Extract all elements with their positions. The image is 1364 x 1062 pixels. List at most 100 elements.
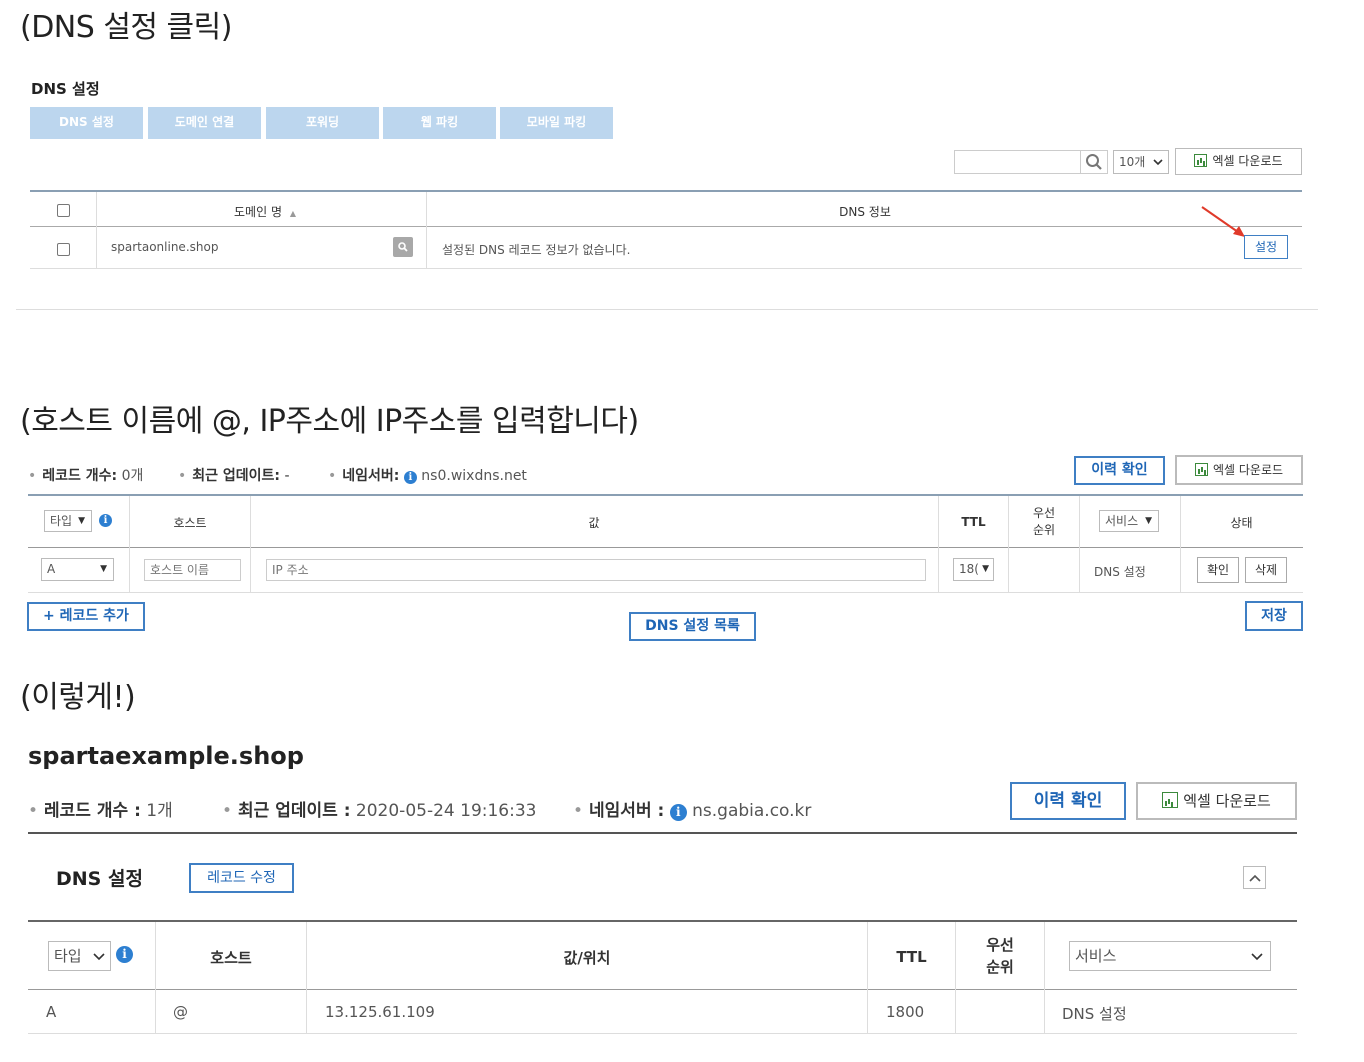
caption-dns-click: (DNS 설정 클릭) [20,10,232,45]
col-divider [306,922,307,1033]
last-update-label: 최근 업데이트: [192,468,281,484]
priority-header: 우선 순위 [956,934,1044,978]
page-size-value: 10개 [1119,155,1146,169]
select-all-checkbox[interactable] [57,204,70,217]
value-header: 값 [588,516,600,530]
record-table-bottom-border [28,1033,1297,1034]
record-table-top-border [28,920,1297,922]
table-top-border [30,190,1302,192]
delete-button[interactable]: 삭제 [1245,557,1287,583]
nameserver: • 네임서버: i ns0.wixdns.net [328,468,527,484]
info-icon[interactable]: i [99,514,112,527]
dns-setting-button[interactable]: 설정 [1244,235,1288,259]
priority-header-line1: 우선 [986,936,1014,954]
dns-list-button[interactable]: DNS 설정 목록 [629,612,756,641]
tab-dns-settings[interactable]: DNS 설정 [30,107,143,139]
tab-forwarding[interactable]: 포워딩 [266,107,379,139]
dropdown-arrow-icon: ▼ [78,516,85,526]
record-type-cell: A [46,1003,57,1021]
row-checkbox[interactable] [57,243,70,256]
service-filter-value: 서비스 [1105,514,1139,528]
excel-download-label: 엑셀 다운로드 [1212,154,1283,168]
nameserver: • 네임서버 : i ns.gabia.co.kr [573,801,812,821]
ttl-value: 18( [959,562,979,576]
type-filter-value: 타입 [54,947,82,965]
domain-cell[interactable]: spartaonline.shop [111,240,218,254]
collapse-button[interactable] [1243,866,1266,889]
service-filter-value: 서비스 [1075,947,1117,965]
type-filter-select[interactable]: 타입 [48,941,111,971]
search-button[interactable] [1081,150,1108,174]
record-service-cell: DNS 설정 [1062,1005,1127,1023]
ip-address-input[interactable] [266,559,926,581]
info-icon[interactable]: i [403,471,417,484]
record-type-select[interactable]: A ▼ [41,558,114,581]
red-arrow-annotation [1201,206,1245,237]
history-button[interactable]: 이력 확인 [1010,782,1126,820]
info-icon[interactable]: i [116,946,133,963]
confirm-button[interactable]: 확인 [1197,557,1239,583]
add-record-button[interactable]: + 레코드 추가 [27,602,145,631]
nameserver-label: 네임서버: [342,468,400,484]
ttl-header: TTL [896,948,927,966]
record-count-value: 0개 [121,468,144,484]
tab-domain-connect[interactable]: 도메인 연결 [148,107,261,139]
type-filter-select[interactable]: 타입 ▼ [44,510,92,532]
search-input[interactable] [954,150,1081,174]
dns-info-cell: 설정된 DNS 레코드 정보가 없습니다. [442,243,631,257]
domain-search-button[interactable] [393,237,413,257]
record-count-label: 레코드 개수 : [44,801,141,821]
dns-info-header: DNS 정보 [839,205,891,219]
ttl-select[interactable]: 18(▼ [953,558,994,581]
last-update-value: 2020-05-24 19:16:33 [355,801,537,821]
table-header-divider [30,226,1302,227]
host-header: 호스트 [173,516,207,530]
service-filter-select[interactable]: 서비스 [1069,941,1271,971]
record-table-header-divider [28,989,1297,990]
col-divider [250,496,251,592]
dns-settings-title: DNS 설정 [31,80,100,98]
service-cell: DNS 설정 [1094,565,1146,579]
priority-header: 우선 순위 [1009,505,1079,539]
caption-like-this: (이렇게!) [20,680,136,715]
col-divider [1079,496,1080,592]
excel-download-button[interactable]: 엑셀 다운로드 [1136,782,1297,820]
priority-header-line2: 순위 [1032,523,1056,537]
record-summary: • 레코드 개수 : 1개 [28,801,173,821]
page-size-select[interactable]: 10개 [1113,150,1169,174]
last-update-value: - [284,468,290,484]
priority-header-line1: 우선 [1032,506,1056,520]
record-table-top-border [28,494,1303,496]
excel-download-button[interactable]: 엑셀 다운로드 [1175,455,1303,485]
domain-name-header[interactable]: 도메인 명 ▲ [210,203,320,220]
dropdown-arrow-icon: ▼ [100,564,107,574]
chevron-down-icon [1153,159,1163,166]
domain-title: spartaexample.shop [28,742,304,770]
nameserver-label: 네임서버 : [589,801,665,821]
service-filter-select[interactable]: 서비스 ▼ [1099,510,1159,532]
last-update-label: 최근 업데이트 : [238,801,351,821]
last-update: • 최근 업데이트: - [178,468,290,484]
caption-enter-host-ip: (호스트 이름에 @, IP주소에 IP주소를 입력합니다) [20,404,639,439]
tab-mobile-parking[interactable]: 모바일 파킹 [500,107,613,139]
chevron-down-icon [1251,953,1263,961]
nameserver-value: ns0.wixdns.net [421,468,527,484]
domain-name-header-label: 도메인 명 [234,205,282,219]
dropdown-arrow-icon: ▼ [982,564,989,574]
edit-record-button[interactable]: 레코드 수정 [189,863,294,893]
record-value-cell: 13.125.61.109 [325,1003,435,1021]
col-divider [938,496,939,592]
save-button[interactable]: 저장 [1245,601,1303,631]
chevron-down-icon [93,953,105,961]
col-divider [155,922,156,1033]
search-icon [1086,154,1102,170]
record-type-value: A [47,562,56,576]
excel-download-button[interactable]: 엑셀 다운로드 [1175,148,1302,175]
col-divider [129,496,130,592]
history-button[interactable]: 이력 확인 [1074,456,1165,485]
host-input[interactable] [144,559,241,581]
host-header: 호스트 [210,949,252,967]
status-header: 상태 [1230,516,1253,530]
tab-web-parking[interactable]: 웹 파킹 [383,107,496,139]
info-icon[interactable]: i [669,804,687,821]
